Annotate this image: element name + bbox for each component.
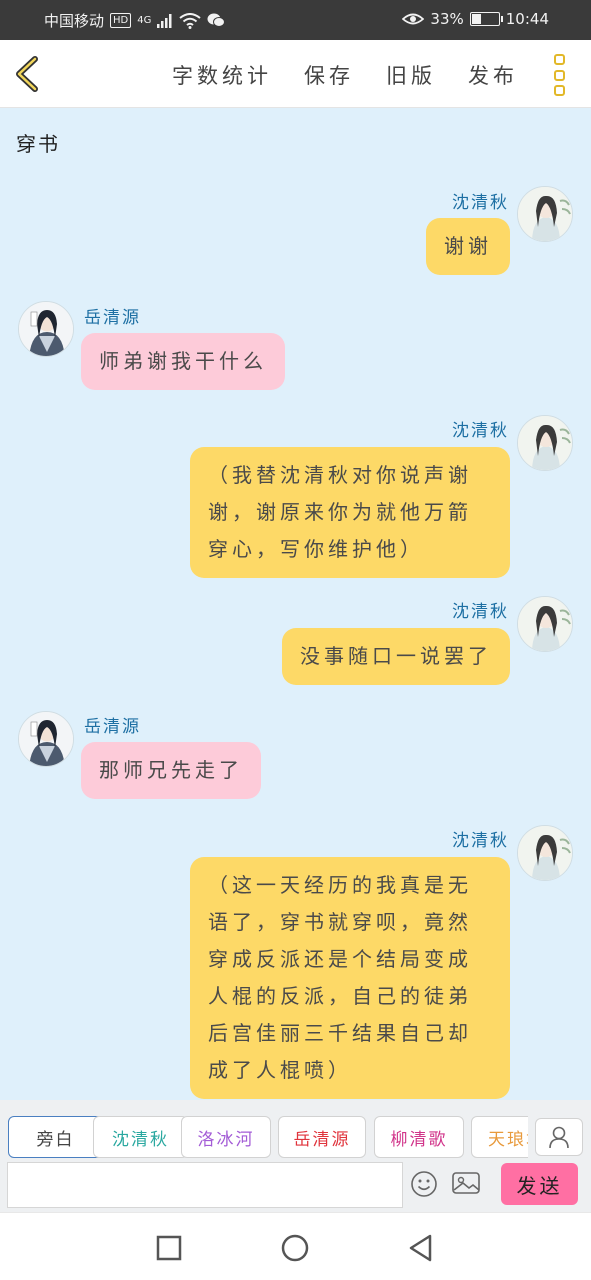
message-bubble: （这一天经历的我真是无 语了，穿书就穿呗，竟然 穿成反派还是个结局变成 人棍的反… [190,857,510,1099]
menu-dot [553,85,565,96]
avatar-shen-qingqiu[interactable] [517,186,573,242]
message-line: 后宫佳丽三千结果自己却 [208,1021,472,1045]
character-portrait-icon [518,826,572,880]
wifi-icon [179,12,201,29]
clock: 10:44 [505,10,549,28]
character-chip-shen-qingqiu[interactable]: 沈清秋 [93,1116,188,1158]
message-line: （这一天经历的我真是无 [208,873,472,897]
battery-level [471,14,481,24]
battery-icon [469,12,503,26]
character-chip-liu-qingge[interactable]: 柳清歌 [374,1116,464,1158]
save-button[interactable]: 保存 [304,60,354,90]
character-portrait-icon [518,597,572,651]
message-bubble: （我替沈清秋对你说声谢 谢，谢原来你为就他万箭 穿心，写你维护他） [190,447,510,578]
message-line: （我替沈清秋对你说声谢 [208,463,472,487]
status-bar: 中国移动 HD 4G 33% 10:44 [0,0,591,40]
story-title: 穿书 [16,132,60,156]
menu-dot [553,69,565,81]
message-bubble: 那师兄先走了 [81,742,261,799]
character-chip-label: 旁白 [36,1129,75,1150]
compose-panel: 旁白 沈清秋 洛冰河 岳清源 柳清歌 天琅君 [0,1100,591,1212]
network-type: 4G [137,15,152,26]
home-button[interactable] [280,1233,310,1263]
emoji-button[interactable] [410,1170,438,1198]
character-portrait-icon [518,187,572,241]
image-button[interactable] [451,1170,481,1198]
image-icon [452,1172,480,1194]
speaker-name: 沈清秋 [452,193,509,213]
message-bubble: 师弟谢我干什么 [81,333,285,390]
back-nav-button[interactable] [406,1233,436,1263]
speaker-name: 沈清秋 [452,421,509,441]
avatar-shen-qingqiu[interactable] [517,596,573,652]
message-bubble: 没事随口一说罢了 [282,628,510,685]
message-line: 人棍的反派，自己的徒弟 [208,984,472,1008]
message-line: 穿成反派还是个结局变成 [208,947,472,971]
character-chip-label: 岳清源 [293,1129,351,1150]
character-chip-narrator[interactable]: 旁白 [8,1116,103,1158]
speaker-name: 沈清秋 [452,602,509,622]
message-line: 成了人棍喷） [208,1058,352,1082]
message-line: 谢，谢原来你为就他万箭 [208,500,472,524]
menu-dot [553,54,565,65]
message-line: 穿心，写你维护他） [208,537,424,561]
smiley-icon [411,1171,437,1197]
wechat-icon [207,13,226,27]
triangle-back-icon [409,1234,432,1262]
character-chip-tianlang-jun[interactable]: 天琅君 [471,1116,528,1158]
speaker-name: 岳清源 [84,717,141,737]
character-portrait-icon [19,302,73,356]
old-version-button[interactable]: 旧版 [386,60,436,90]
navigation-bar [0,1212,591,1280]
message-input[interactable] [7,1162,403,1208]
character-chip-label: 洛冰河 [197,1129,255,1150]
speaker-name: 沈清秋 [452,831,509,851]
square-icon [156,1235,182,1261]
carrier-label: 中国移动 [44,12,105,30]
avatar-yue-qingyuan[interactable] [18,711,74,767]
chevron-left-icon [16,56,38,92]
character-selector[interactable]: 旁白 沈清秋 洛冰河 岳清源 柳清歌 天琅君 [8,1116,528,1158]
hd-badge: HD [110,13,132,28]
avatar-shen-qingqiu[interactable] [517,415,573,471]
avatar-shen-qingqiu[interactable] [517,825,573,881]
character-chip-label: 沈清秋 [112,1129,169,1150]
message-line: 语了，穿书就穿呗，竟然 [208,910,472,934]
character-chip-yue-qingyuan[interactable]: 岳清源 [278,1116,366,1158]
character-portrait-icon [19,712,73,766]
recent-apps-button[interactable] [154,1233,184,1263]
message-bubble: 谢谢 [426,218,510,275]
avatar-yue-qingyuan[interactable] [18,301,74,357]
send-button[interactable]: 发送 [501,1163,578,1205]
battery-percent: 33% [430,10,464,28]
chat-area[interactable]: 穿书 沈清秋 谢谢 岳清源 师弟谢我干什么 沈清秋 （我替沈清秋对你说声谢 谢，… [0,108,591,1100]
character-chip-label: 天琅君 [488,1129,528,1150]
character-manage-button[interactable] [535,1118,583,1156]
circle-icon [281,1234,309,1262]
eye-comfort-icon [402,13,425,25]
speaker-name: 岳清源 [84,308,141,328]
more-menu-button[interactable] [549,54,569,96]
person-icon [549,1126,569,1149]
signal-icon [157,13,172,28]
back-button[interactable] [10,54,46,94]
character-portrait-icon [518,416,572,470]
character-chip-luo-binghe[interactable]: 洛冰河 [181,1116,271,1158]
editor-toolbar: 字数统计 保存 旧版 发布 [0,40,591,108]
character-chip-label: 柳清歌 [390,1129,448,1150]
word-count-button[interactable]: 字数统计 [172,60,272,90]
publish-button[interactable]: 发布 [468,60,518,90]
